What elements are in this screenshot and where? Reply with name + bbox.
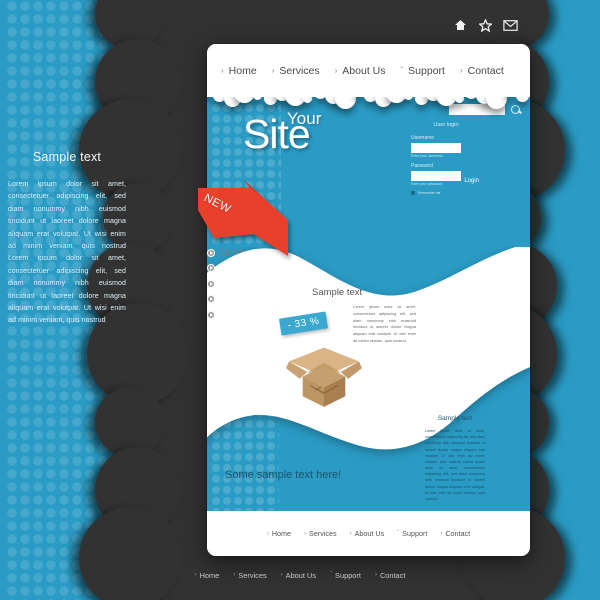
login-button[interactable]: Login	[464, 178, 479, 184]
footer-nav-label: Contact	[445, 529, 471, 538]
nav-label: Services	[279, 64, 320, 77]
footer-nav-item-contact[interactable]: › Contact	[440, 529, 470, 538]
site-logo[interactable]: Site Your	[243, 109, 321, 158]
top-icon-bar	[453, 18, 518, 32]
footer-nav-item-services[interactable]: › Services	[304, 529, 337, 538]
outer-footer-label: Contact	[379, 570, 406, 580]
star-icon[interactable]	[478, 18, 493, 32]
footer-nav-label: About Us	[354, 529, 385, 538]
outer-footer-label: Support	[335, 570, 361, 580]
right-blue-panel	[522, 0, 600, 600]
website-mockup-card: › Home › Services › About Us ˇ Support ›…	[207, 44, 530, 556]
play-bullet-icon	[207, 295, 215, 303]
outer-footer-item-home[interactable]: › Home	[195, 571, 220, 580]
chevron-right-icon: ›	[349, 530, 352, 537]
nav-label: About Us	[342, 64, 386, 77]
footer-nav-label: Home	[271, 529, 292, 538]
chevron-right-icon: ›	[233, 572, 236, 578]
remember-me-checkbox[interactable]	[411, 191, 415, 195]
chevron-right-icon: ›	[304, 530, 307, 537]
password-input[interactable]	[411, 170, 461, 181]
nav-label: Home	[228, 64, 257, 77]
user-login-form: User login Username Enter your username.…	[411, 122, 481, 195]
password-label: Password	[411, 163, 433, 169]
nav-item-services[interactable]: › Services	[272, 65, 320, 77]
outer-footer-label: Home	[199, 570, 220, 580]
chevron-down-icon: ˇ	[330, 572, 333, 578]
footer-nav-label: Services	[309, 529, 337, 538]
nav-item-support[interactable]: ˇ Support	[401, 65, 445, 77]
white-wave-shape	[207, 247, 530, 450]
chevron-right-icon: ›	[440, 530, 443, 537]
search-area	[449, 104, 520, 115]
footer-nav-item-about-us[interactable]: › About Us	[350, 529, 385, 538]
hero-banner: Site Your User login Username Enter your…	[207, 97, 530, 247]
chevron-right-icon: ›	[334, 65, 338, 75]
bottom-block-title: Sample text	[437, 415, 473, 422]
username-input[interactable]	[411, 142, 461, 153]
content-heading: Sample text	[312, 287, 363, 298]
outer-footer-label: Services	[238, 570, 267, 580]
chevron-right-icon: ›	[374, 572, 377, 578]
nav-item-about-us[interactable]: › About Us	[335, 65, 386, 77]
nav-label: Support	[408, 64, 445, 77]
play-bullet-icon	[207, 248, 215, 257]
chevron-right-icon: ›	[266, 530, 269, 537]
cardboard-box-illustration	[286, 347, 362, 407]
outer-footer-label: About Us	[285, 570, 317, 580]
nav-item-contact[interactable]: › Contact	[460, 65, 504, 77]
outer-footer-item-services[interactable]: › Services	[233, 571, 266, 580]
play-bullet-icon	[207, 264, 215, 272]
play-bullet-icon	[207, 279, 215, 288]
footer-nav-label: Support	[402, 529, 428, 538]
chevron-right-icon: ›	[459, 65, 463, 75]
sidebar-body: Lorem ipsum dolor sit amet, consectetuer…	[8, 180, 126, 325]
logo-overlay-text: Your	[287, 109, 322, 128]
chevron-right-icon: ›	[221, 65, 224, 75]
remember-me-label: Remember me	[418, 191, 441, 195]
content-section: Sample text Lorem ipsum dolor sit amet, …	[207, 247, 530, 556]
outer-footer-item-contact[interactable]: › Contact	[375, 571, 405, 580]
sidebar-title: Sample text	[32, 150, 102, 164]
home-icon[interactable]	[453, 18, 468, 32]
chevron-right-icon: ›	[194, 572, 197, 578]
content-paragraph: Lorem ipsum dolor sit amet, consectetuer…	[353, 304, 416, 344]
login-title: User login	[433, 122, 459, 128]
bottom-text-block: Sample text Lorem ipsum dolor sit amet, …	[425, 415, 485, 502]
chevron-down-icon: ˇ	[397, 530, 400, 537]
nav-label: Contact	[467, 64, 504, 77]
card-footer-navigation: › Home › Services › About Us ˇ Support ›…	[207, 511, 530, 556]
footer-nav-item-support[interactable]: ˇ Support	[397, 529, 427, 538]
nav-item-home[interactable]: › Home	[221, 65, 257, 77]
username-hint: Enter your username.	[411, 154, 444, 158]
footer-nav-item-home[interactable]: › Home	[267, 529, 291, 538]
chevron-right-icon: ›	[271, 65, 275, 75]
bottom-block-body: Lorem ipsum dolor sit amet, consectetuer…	[425, 429, 485, 501]
chevron-right-icon: ›	[280, 572, 283, 578]
outer-footer-item-about-us[interactable]: › About Us	[281, 571, 316, 580]
sidebar-text-block: Sample text Lorem ipsum dolor sit amet, …	[8, 150, 126, 327]
mail-icon[interactable]	[503, 18, 518, 32]
username-label: Username	[411, 135, 435, 141]
search-input[interactable]	[449, 104, 505, 115]
bottom-headline: Some sample text here!	[225, 469, 342, 481]
search-icon[interactable]	[511, 105, 520, 114]
play-bullet-icon	[207, 310, 215, 319]
header-navigation: › Home › Services › About Us ˇ Support ›…	[207, 44, 530, 97]
remember-me-row[interactable]: Remember me	[411, 191, 481, 195]
chevron-down-icon: ˇ	[400, 65, 404, 75]
outer-footer-item-support[interactable]: ˇ Support	[330, 571, 361, 580]
outer-footer-navigation: › Home › Services › About Us ˇ Support ›…	[0, 564, 600, 586]
page-root: Sample text Lorem ipsum dolor sit amet, …	[0, 0, 600, 600]
